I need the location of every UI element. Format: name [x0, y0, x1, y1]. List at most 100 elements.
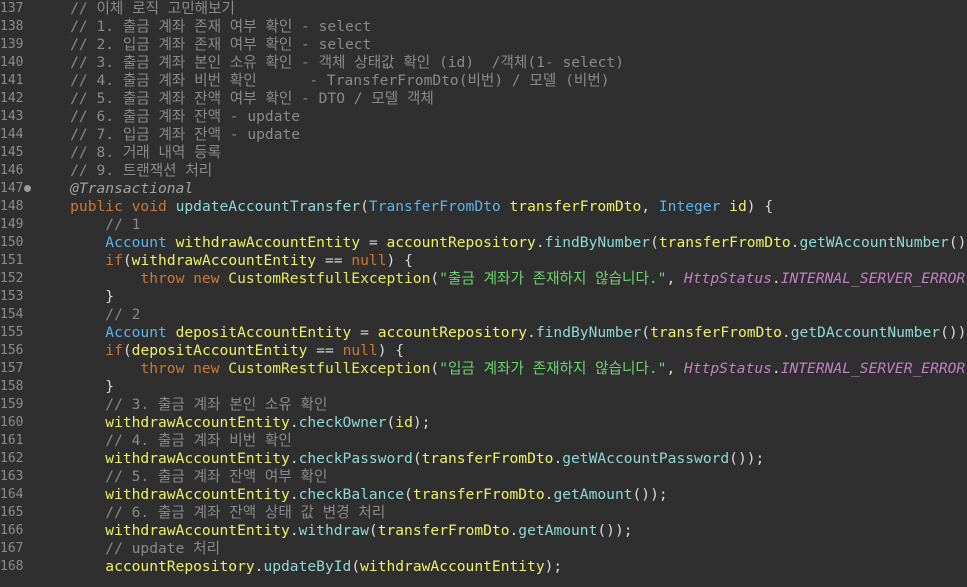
code-line[interactable]: 143 // 6. 출금 계좌 잔액 - update	[0, 108, 967, 126]
line-number: 157	[0, 361, 24, 376]
code-token: (	[368, 522, 378, 539]
code-text: }	[35, 378, 114, 396]
line-number: 141	[0, 73, 24, 88]
code-token: throw new	[35, 360, 229, 377]
code-line[interactable]: 152 throw new CustomRestfullException("출…	[0, 270, 967, 288]
code-line[interactable]: 151 if(withdrawAccountEntity == null) {	[0, 252, 967, 270]
code-token: transferFromDto	[650, 324, 782, 341]
code-line[interactable]: 138 // 1. 출금 계좌 존재 여부 확인 - select	[0, 18, 967, 36]
code-text: // 1. 출금 계좌 존재 여부 확인 - select	[35, 18, 371, 36]
code-line[interactable]: 148 public void updateAccountTransfer(Tr…	[0, 198, 967, 216]
code-token: // 8. 거래 내역 등록	[35, 144, 221, 161]
line-number: 160	[0, 415, 24, 430]
code-text: // 1	[35, 216, 140, 234]
code-token: if	[35, 252, 123, 269]
line-number: 137	[0, 1, 24, 16]
code-token: // 7. 입금 계좌 잔액 - update	[35, 126, 301, 143]
code-token: (	[386, 414, 396, 431]
code-line[interactable]: 158 }	[0, 378, 967, 396]
code-line[interactable]: 150 Account withdrawAccountEntity = acco…	[0, 234, 967, 252]
code-token: depositAccountEntity	[175, 324, 352, 341]
code-token: // 2. 입금 계좌 존재 여부 확인 - select	[35, 36, 372, 53]
code-line[interactable]: 156 if(depositAccountEntity == null) {	[0, 342, 967, 360]
code-line[interactable]: 154 // 2	[0, 306, 967, 324]
code-token: getAmount	[518, 522, 598, 539]
code-token: (	[360, 198, 369, 215]
code-text: // 9. 트랜잭션 처리	[35, 162, 212, 180]
code-line[interactable]: 149 // 1	[0, 216, 967, 234]
line-number: 144	[0, 127, 24, 142]
code-line[interactable]: 167 // update 처리	[0, 540, 967, 558]
code-token: Account	[35, 234, 176, 251]
code-text: // 6. 출금 계좌 잔액 상태 값 변경 처리	[35, 504, 385, 522]
code-token: .	[535, 234, 545, 251]
code-token: withdrawAccountEntity	[35, 450, 290, 467]
code-line[interactable]: 165 // 6. 출금 계좌 잔액 상태 값 변경 처리	[0, 504, 967, 522]
code-token: @Transactional	[35, 180, 194, 197]
code-line[interactable]: 160 withdrawAccountEntity.checkOwner(id)…	[0, 414, 967, 432]
code-token: getWAccountNumber	[799, 234, 949, 251]
code-token: // 9. 트랜잭션 처리	[35, 162, 213, 179]
code-token: transferFromDto	[377, 522, 510, 539]
code-token: // 3. 출금 계좌 본인 소유 확인	[35, 396, 328, 413]
line-number: 161	[0, 433, 24, 448]
code-text: public void updateAccountTransfer(Transf…	[35, 198, 773, 216]
code-line[interactable]: 166 withdrawAccountEntity.withdraw(trans…	[0, 522, 967, 540]
code-line[interactable]: 163 // 5. 출금 계좌 잔액 여부 확인	[0, 468, 967, 486]
code-token: (	[412, 450, 422, 467]
code-line[interactable]: 141 // 4. 출금 계좌 비번 확인 - TransferFromDto(…	[0, 72, 967, 90]
code-token: ==	[316, 252, 352, 269]
code-line[interactable]: 145 // 8. 거래 내역 등록	[0, 144, 967, 162]
code-token: // 1	[35, 216, 141, 233]
override-marker-icon[interactable]	[24, 185, 31, 192]
code-line[interactable]: 159 // 3. 출금 계좌 본인 소유 확인	[0, 396, 967, 414]
code-line[interactable]: 146 // 9. 트랜잭션 처리	[0, 162, 967, 180]
code-line[interactable]: 157 throw new CustomRestfullException("입…	[0, 360, 967, 378]
code-token: null	[342, 342, 378, 359]
code-token: accountRepository	[35, 558, 255, 575]
line-number: 158	[0, 379, 24, 394]
code-token: checkPassword	[298, 450, 413, 467]
code-line[interactable]: 161 // 4. 출금 계좌 비번 확인	[0, 432, 967, 450]
code-token: HttpStatus	[684, 360, 772, 377]
code-token: accountRepository	[377, 324, 528, 341]
code-editor[interactable]: 137 // 이체 로직 고민해보기 138 // 1. 출금 계좌 존재 여부 …	[0, 0, 967, 587]
code-token: .	[289, 486, 299, 503]
code-token: ,	[641, 198, 659, 215]
code-token: // 6. 출금 계좌 잔액 상태 값 변경 처리	[35, 504, 386, 521]
code-token: checkOwner	[298, 414, 387, 431]
code-line[interactable]: 168 accountRepository.updateById(withdra…	[0, 558, 967, 576]
code-token: // 2	[35, 306, 141, 323]
code-token: findByNumber	[544, 234, 651, 251]
code-text: // 4. 출금 계좌 비번 확인 - TransferFromDto(비번) …	[35, 72, 609, 90]
code-token: (	[650, 234, 659, 251]
code-line[interactable]: 140 // 3. 출금 계좌 본인 소유 확인 - 객체 상태값 확인 (id…	[0, 54, 967, 72]
code-token: (	[122, 252, 132, 269]
code-token: withdrawAccountEntity	[175, 234, 361, 251]
code-token: =	[360, 234, 387, 251]
code-line[interactable]: 139 // 2. 입금 계좌 존재 여부 확인 - select	[0, 36, 967, 54]
code-text: if(depositAccountEntity == null) {	[35, 342, 404, 360]
code-line[interactable]: 164 withdrawAccountEntity.checkBalance(t…	[0, 486, 967, 504]
code-token: Integer	[658, 198, 730, 215]
code-line[interactable]: 137 // 이체 로직 고민해보기	[0, 0, 967, 18]
code-text: // 2. 입금 계좌 존재 여부 확인 - select	[35, 36, 371, 54]
line-number: 145	[0, 145, 24, 160]
code-token: .	[289, 522, 299, 539]
code-token: transferFromDto	[509, 198, 642, 215]
code-line[interactable]: 142 // 5. 출금 계좌 잔액 여부 확인 - DTO / 모델 객체	[0, 90, 967, 108]
code-line[interactable]: 162 withdrawAccountEntity.checkPassword(…	[0, 450, 967, 468]
code-line[interactable]: 153 }	[0, 288, 967, 306]
line-number: 164	[0, 487, 24, 502]
code-text: // 8. 거래 내역 등록	[35, 144, 221, 162]
code-line[interactable]: 147 @Transactional	[0, 180, 967, 198]
line-number: 138	[0, 19, 24, 34]
code-line[interactable]: 144 // 7. 입금 계좌 잔액 - update	[0, 126, 967, 144]
code-line[interactable]: 155 Account depositAccountEntity = accou…	[0, 324, 967, 342]
code-token: findByNumber	[535, 324, 642, 341]
code-token: HttpStatus	[684, 270, 772, 287]
code-text: @Transactional	[35, 180, 193, 198]
code-text: withdrawAccountEntity.checkPassword(tran…	[35, 450, 764, 468]
line-number: 165	[0, 505, 24, 520]
code-token: .	[771, 270, 781, 287]
